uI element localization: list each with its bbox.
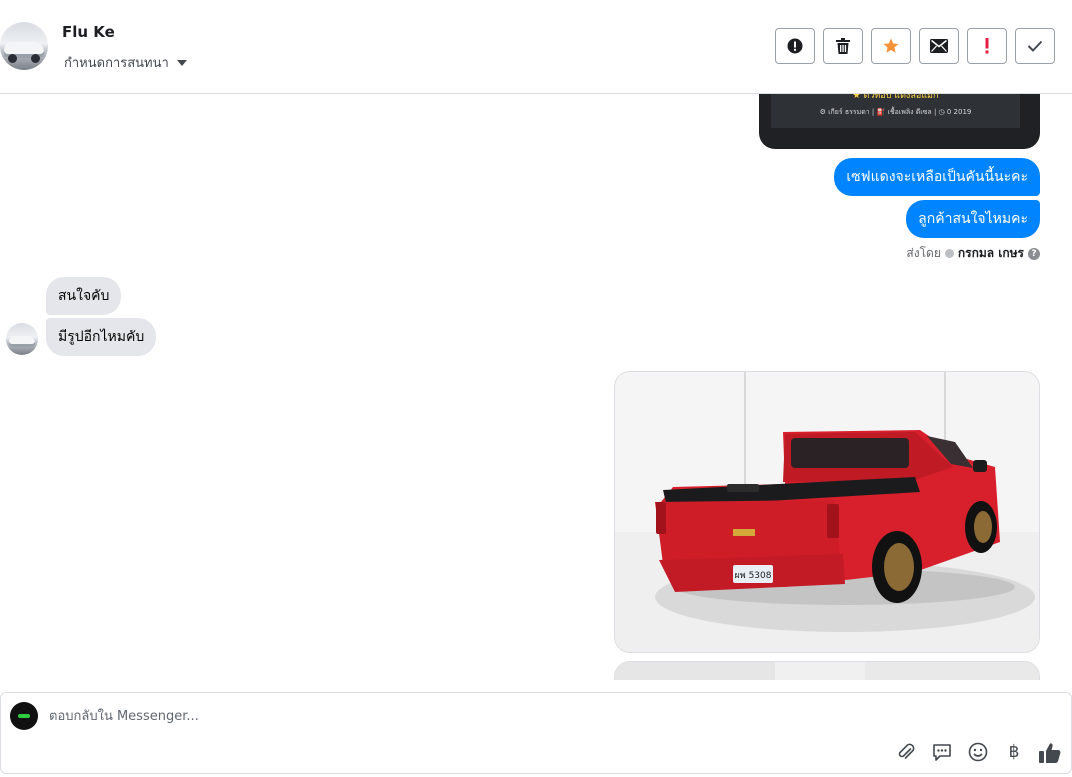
thumbs-up-icon (1039, 742, 1061, 763)
shared-car-photo[interactable]: ผพ 5308 (614, 371, 1040, 653)
contact-name[interactable]: Flu Ke (62, 23, 115, 41)
shared-listing-image[interactable]: ★ ตัวท็อป แต่งล้อแม็ก ⚙ เกียร์ ธรรมดา | … (759, 94, 1040, 149)
envelope-icon (930, 39, 948, 53)
reply-composer: ฿ (0, 692, 1072, 774)
caret-down-icon (176, 59, 187, 66)
mark-done-button[interactable] (1015, 28, 1055, 64)
sent-by-label: ส่งโดย (906, 246, 941, 260)
check-icon (1027, 40, 1043, 52)
mark-spam-button[interactable] (775, 28, 815, 64)
listing-highlight: ★ ตัวท็อป แต่งล้อแม็ก (852, 94, 939, 101)
like-button[interactable] (1039, 741, 1061, 763)
sender-name: กรกมล เกษร (957, 246, 1024, 260)
emoji-button[interactable] (967, 741, 989, 763)
next-photo-preview (615, 662, 1039, 680)
outgoing-message[interactable]: เซฟแดงจะเหลือเป็นคันนี้นะคะ (834, 158, 1040, 196)
payment-button[interactable]: ฿ (1003, 741, 1025, 763)
attachment-icon (898, 743, 915, 759)
reply-input[interactable] (49, 705, 649, 727)
star-button[interactable] (871, 28, 911, 64)
emoji-icon (968, 742, 988, 762)
saved-replies-button[interactable] (931, 741, 953, 763)
conversation-toolbar (775, 28, 1055, 64)
contact-avatar[interactable] (0, 22, 48, 70)
trash-icon (836, 38, 850, 54)
help-icon[interactable]: ? (1028, 247, 1040, 260)
check-circle-icon (944, 249, 954, 258)
alert-circle-icon (787, 38, 803, 54)
incoming-message[interactable]: มีรูปอีกไหมคับ (46, 318, 157, 356)
exclamation-icon (985, 38, 989, 54)
star-icon (883, 38, 899, 53)
mark-unread-button[interactable] (919, 28, 959, 64)
listing-specs: ⚙ เกียร์ ธรรมดา | ⛽ เชื้อเพลิง ดีเซล | ◷… (819, 108, 972, 116)
license-plate: ผพ 5308 (735, 571, 772, 581)
saved-reply-icon (933, 743, 951, 761)
delete-button[interactable] (823, 28, 863, 64)
incoming-message[interactable]: สนใจคับ (46, 277, 122, 315)
outgoing-message[interactable]: ลูกค้าสนใจไหมคะ (906, 200, 1040, 238)
baht-icon: ฿ (1008, 742, 1020, 762)
red-pickup-truck-image: ผพ 5308 (615, 372, 1039, 652)
assign-label: กำหนดการสนทนา (64, 56, 169, 71)
message-thread[interactable]: ★ ตัวท็อป แต่งล้อแม็ก ⚙ เกียร์ ธรรมดา | … (0, 94, 1072, 680)
composer-toolbar: ฿ (895, 741, 1061, 763)
conversation-header: Flu Ke กำหนดการสนทนา (0, 0, 1072, 94)
attach-button[interactable] (895, 741, 917, 763)
assign-conversation-dropdown[interactable]: กำหนดการสนทนา (64, 52, 187, 73)
follow-up-button[interactable] (967, 28, 1007, 64)
page-avatar (10, 702, 38, 730)
shared-car-photo-2[interactable] (614, 661, 1040, 680)
contact-avatar-small (6, 323, 38, 355)
sent-by-info: ส่งโดย กรกมล เกษร ? (906, 244, 1040, 263)
